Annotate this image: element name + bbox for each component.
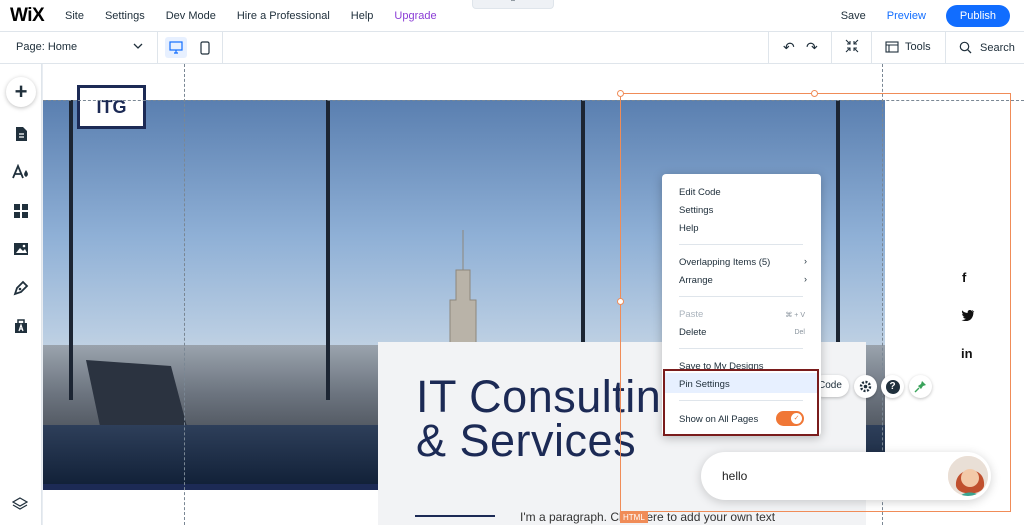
paste-shortcut: ⌘ + V: [785, 312, 805, 319]
search-button[interactable]: Search: [959, 41, 1015, 54]
pages-button[interactable]: [7, 120, 35, 148]
delete-shortcut: Del: [794, 329, 805, 336]
apps-button[interactable]: [7, 197, 35, 225]
wix-logo[interactable]: WiX: [10, 5, 54, 27]
menu-dev-mode[interactable]: Dev Mode: [166, 10, 216, 22]
desktop-view-button[interactable]: [165, 37, 187, 58]
toolbar-divider: [768, 32, 769, 63]
menu-item-edit-code[interactable]: Edit Code: [679, 187, 721, 198]
resize-handle[interactable]: [617, 298, 624, 305]
menu-item-delete[interactable]: Delete: [679, 327, 706, 338]
design-button[interactable]: [7, 158, 35, 186]
desktop-icon: [169, 41, 183, 54]
top-actions: Save Preview Publish: [841, 5, 1010, 27]
settings-fab[interactable]: [854, 375, 877, 398]
media-icon: [14, 243, 28, 255]
mobile-view-button[interactable]: [196, 37, 214, 58]
save-button[interactable]: Save: [841, 10, 866, 22]
gridline-left: [184, 64, 185, 525]
toolbar-divider: [831, 32, 832, 63]
toolbar-divider: [871, 32, 872, 63]
resize-handle[interactable]: [617, 90, 624, 97]
toolbar-divider: [945, 32, 946, 63]
blog-button[interactable]: [7, 274, 35, 302]
annotation-highlight-box: [663, 369, 819, 436]
toolbar-divider: [222, 32, 223, 63]
publish-button[interactable]: Publish: [945, 5, 1010, 27]
left-sidebar: +: [0, 64, 42, 525]
help-fab[interactable]: ?: [881, 375, 904, 398]
pages-icon: [16, 127, 27, 141]
window-frame: [69, 100, 73, 400]
add-elements-button[interactable]: +: [6, 77, 36, 107]
site-logo[interactable]: ITG: [77, 85, 146, 129]
help-icon: ?: [885, 379, 900, 394]
layers-icon: [11, 497, 29, 510]
title-underline: [415, 515, 495, 517]
editor-top-bar: WiX Site Settings Dev Mode Hire a Profes…: [0, 0, 1024, 32]
menu-divider: [679, 348, 803, 349]
media-button[interactable]: [7, 235, 35, 263]
menu-item-paste[interactable]: Paste: [679, 309, 703, 320]
mobile-icon: [200, 40, 210, 55]
business-button[interactable]: [7, 312, 35, 340]
menu-item-overlapping-items[interactable]: Overlapping Items (5): [679, 257, 770, 268]
menu-settings[interactable]: Settings: [105, 10, 145, 22]
tools-label: Tools: [905, 41, 931, 53]
undo-button[interactable]: ↶: [783, 39, 795, 56]
chevron-down-icon[interactable]: [132, 40, 144, 55]
pin-fab[interactable]: [909, 375, 932, 398]
page-selector-value: Home: [47, 41, 78, 53]
design-icon: [12, 164, 28, 179]
menu-item-settings[interactable]: Settings: [679, 205, 713, 216]
zoom-out-button[interactable]: [845, 39, 859, 58]
toolbar-divider: [157, 32, 158, 63]
search-label: Search: [980, 41, 1015, 54]
shrink-icon: [845, 39, 859, 53]
tools-button[interactable]: Tools: [885, 41, 931, 53]
menu-site[interactable]: Site: [65, 10, 84, 22]
editor-toolbar: Page: Home ↶ ↷ Tools Search: [0, 32, 1024, 64]
redo-button[interactable]: ↷: [806, 39, 818, 56]
business-icon: [15, 319, 27, 333]
menu-item-help[interactable]: Help: [679, 223, 699, 234]
chevron-right-icon: ›: [804, 256, 807, 266]
menu-item-arrange[interactable]: Arrange: [679, 275, 713, 286]
menu-hire-professional[interactable]: Hire a Professional: [237, 10, 330, 22]
chat-message: hello: [722, 469, 748, 483]
gear-icon: [859, 380, 872, 393]
chevron-right-icon: ›: [804, 274, 807, 284]
apps-icon: [14, 204, 28, 218]
pen-icon: [13, 280, 29, 296]
menu-divider: [679, 244, 803, 245]
resize-handle[interactable]: [811, 90, 818, 97]
page-selector-label: Page:: [16, 41, 45, 53]
preview-button[interactable]: Preview: [887, 10, 926, 22]
menu-upgrade[interactable]: Upgrade: [394, 10, 436, 22]
layers-button[interactable]: [11, 496, 29, 517]
page-selector[interactable]: Page: Home: [16, 41, 77, 53]
chat-avatar[interactable]: [946, 454, 990, 498]
tools-icon: [885, 41, 899, 53]
search-icon: [959, 41, 972, 54]
menu-divider: [679, 296, 803, 297]
pin-icon: [914, 381, 926, 393]
top-menu: Site Settings Dev Mode Hire a Profession…: [65, 10, 458, 22]
element-type-label: HTML: [620, 512, 648, 523]
menu-help[interactable]: Help: [351, 10, 374, 22]
collapse-toolbar-tab[interactable]: ⌃: [472, 0, 554, 9]
window-frame: [326, 100, 330, 400]
